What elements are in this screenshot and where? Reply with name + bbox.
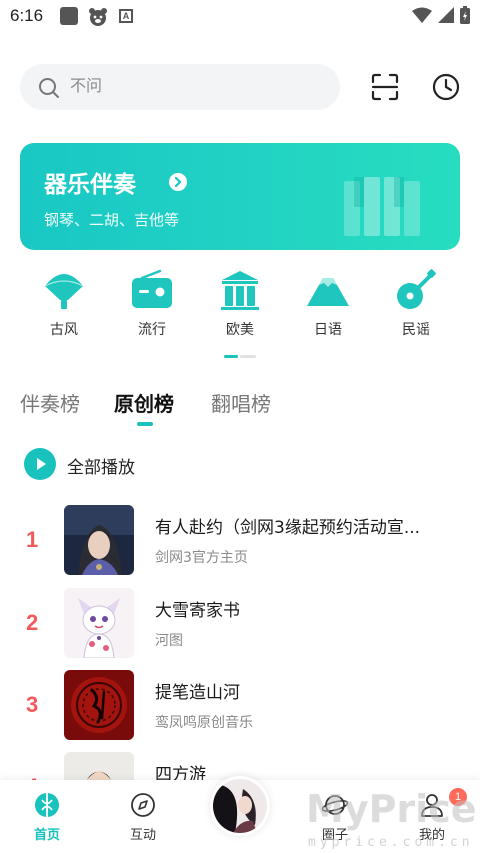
planet-icon <box>321 792 349 818</box>
page-dot <box>240 355 256 358</box>
banner-title: 器乐伴奏 <box>44 172 136 198</box>
song-artist: 剑网3官方主页 <box>155 550 248 566</box>
category-label: 民谣 <box>402 322 430 338</box>
scan-button[interactable] <box>370 72 400 102</box>
search-bar[interactable] <box>20 64 340 110</box>
nav-home[interactable]: 首页 <box>12 792 82 843</box>
category-row: 古风 流行 欧美 日语 民谣 <box>20 268 460 348</box>
song-artist: 鸾凤鸣原创音乐 <box>155 715 253 731</box>
song-rank: 2 <box>26 610 39 635</box>
song-row[interactable]: 1 有人赴约（剑网3缘起预约活动宣... 剑网3官方主页 <box>0 505 480 579</box>
category-pop[interactable]: 流行 <box>108 268 196 339</box>
search-icon <box>38 77 60 103</box>
search-input[interactable] <box>70 76 310 95</box>
a-keyboard-icon: A <box>119 9 133 23</box>
notification-badge: 1 <box>449 788 467 806</box>
now-playing-disc[interactable] <box>210 776 270 836</box>
category-label: 日语 <box>314 322 342 338</box>
status-bar: 6:16 A <box>0 0 480 34</box>
category-page-indicator <box>224 355 256 358</box>
album-art <box>213 779 267 833</box>
song-row[interactable]: 2 大雪寄家书 河图 <box>0 588 480 662</box>
category-label: 欧美 <box>226 322 254 338</box>
compass-icon <box>130 792 156 818</box>
piano-keys-icon <box>340 173 440 238</box>
category-japanese[interactable]: 日语 <box>284 268 372 339</box>
song-title: 大雪寄家书 <box>155 601 240 621</box>
song-row[interactable]: 3 提笔造山河 鸾凤鸣原创音乐 <box>0 670 480 744</box>
clock-icon <box>431 73 461 106</box>
nav-interact[interactable]: 互动 <box>108 792 178 843</box>
scan-icon <box>370 73 400 106</box>
radio-icon <box>130 268 174 312</box>
song-cover <box>64 505 134 575</box>
user-icon <box>419 792 445 818</box>
play-all-label: 全部播放 <box>67 458 135 478</box>
nav-label: 互动 <box>129 828 156 843</box>
nav-circle[interactable]: 圈子 <box>300 792 370 843</box>
category-label: 流行 <box>138 322 166 338</box>
mountain-icon <box>306 268 350 312</box>
tab-original[interactable]: 原创榜 <box>114 388 174 417</box>
song-cover <box>64 588 134 658</box>
nav-label: 首页 <box>33 828 60 843</box>
columns-icon <box>218 268 262 312</box>
battery-charging-icon <box>460 6 470 28</box>
bottom-navigation: 首页 互动 圈子 我的 <box>0 776 480 853</box>
song-title: 提笔造山河 <box>155 683 240 703</box>
category-gufeng[interactable]: 古风 <box>20 268 108 339</box>
history-button[interactable] <box>431 72 461 102</box>
fan-icon <box>42 268 86 312</box>
nav-label: 我的 <box>418 828 445 843</box>
bear-app-icon <box>88 7 108 27</box>
category-folk[interactable]: 民谣 <box>372 268 460 339</box>
song-cover <box>64 670 134 740</box>
chevron-right-icon <box>169 173 187 191</box>
banner-subtitle: 钢琴、二胡、吉他等 <box>44 211 180 229</box>
home-icon <box>34 792 60 818</box>
song-rank: 3 <box>26 692 39 717</box>
tab-accompaniment[interactable]: 伴奏榜 <box>20 388 80 417</box>
signal-icon <box>438 7 454 27</box>
tab-active-indicator <box>137 422 153 426</box>
guitar-icon <box>394 268 438 312</box>
category-label: 古风 <box>50 322 78 338</box>
status-time: 6:16 <box>10 6 44 25</box>
song-artist: 河图 <box>155 633 183 649</box>
play-icon <box>24 448 56 480</box>
page-dot-active <box>224 355 238 358</box>
song-rank: 1 <box>26 527 39 552</box>
instrumental-banner[interactable]: 器乐伴奏 钢琴、二胡、吉他等 <box>20 143 460 250</box>
song-title: 有人赴约（剑网3缘起预约活动宣... <box>155 518 421 538</box>
wifi-icon <box>412 7 432 27</box>
category-western[interactable]: 欧美 <box>196 268 284 339</box>
tab-cover[interactable]: 翻唱榜 <box>211 388 271 417</box>
notification-square-icon <box>60 7 78 25</box>
nav-label: 圈子 <box>321 828 348 843</box>
